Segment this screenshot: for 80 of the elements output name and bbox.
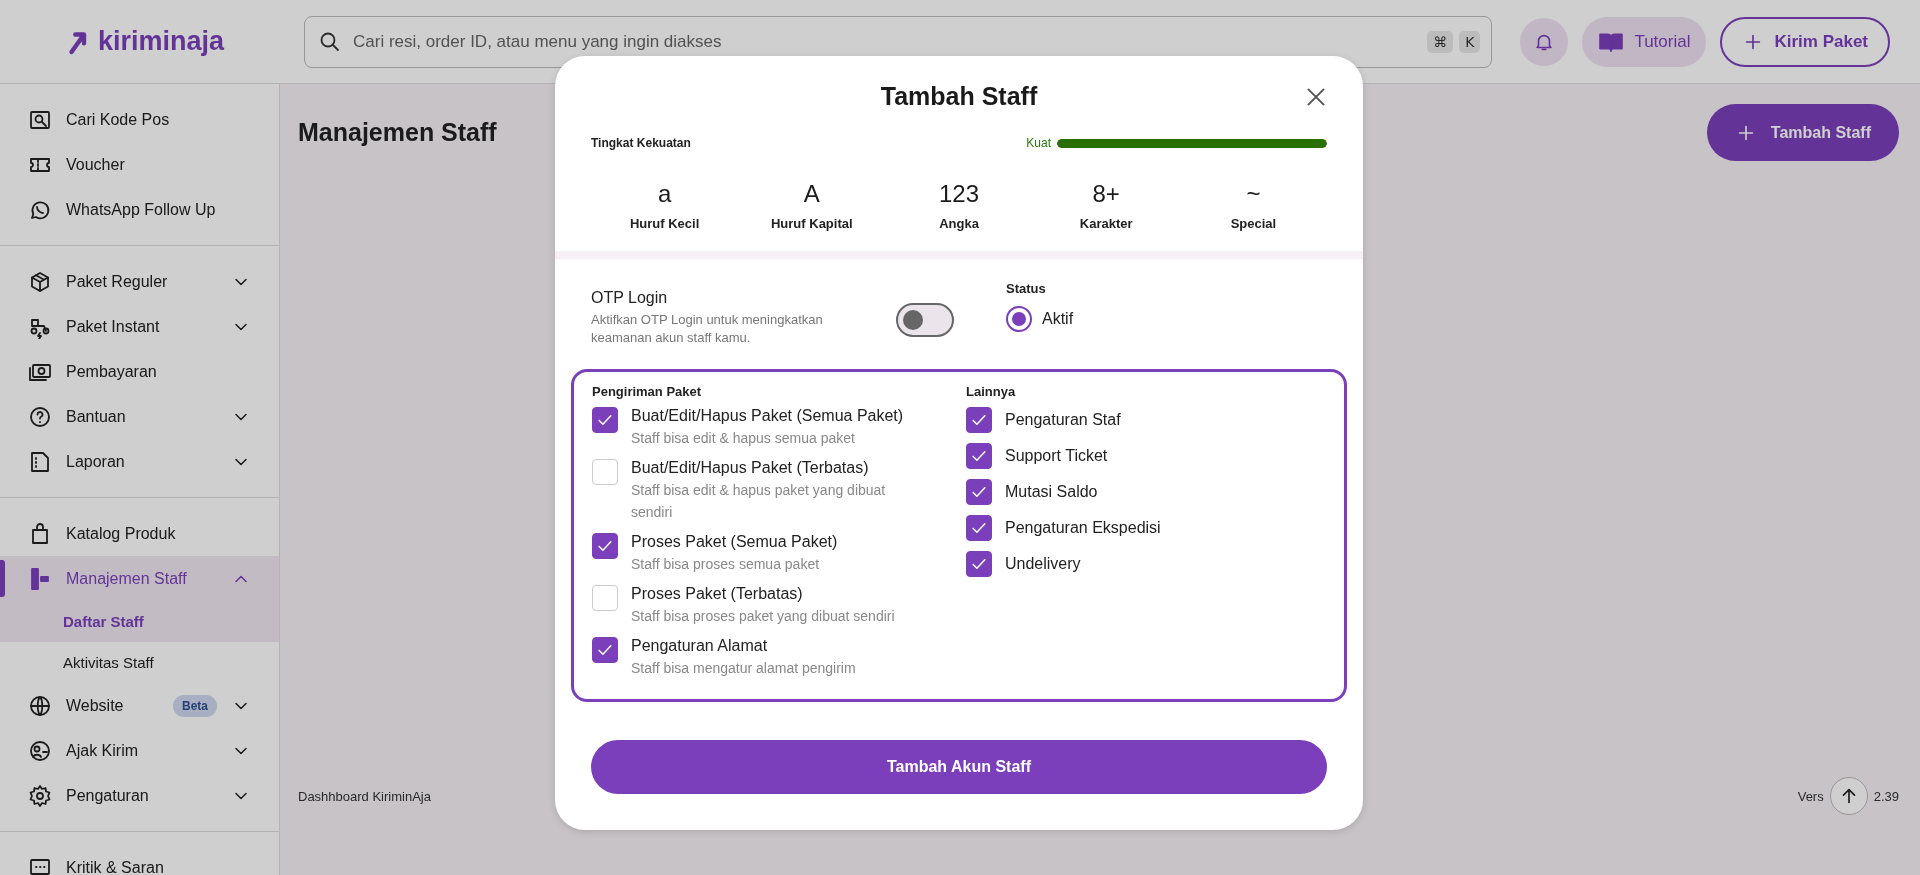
checkbox-label: Buat/Edit/Hapus Paket (Semua Paket) bbox=[631, 407, 904, 425]
criteria-symbol: a bbox=[656, 180, 673, 208]
criteria-symbol: 123 bbox=[937, 180, 980, 208]
checkbox[interactable] bbox=[966, 443, 992, 469]
hierarchy-icon bbox=[28, 566, 52, 591]
criteria-label: Special bbox=[1229, 216, 1278, 231]
sidebar-item[interactable]: Cari Kode Pos bbox=[0, 97, 279, 142]
checkbox-description: Staff bisa edit & hapus semua paket bbox=[631, 429, 856, 448]
criteria-label: Huruf Kecil bbox=[628, 216, 701, 231]
sidebar-item[interactable]: Voucher bbox=[0, 142, 279, 187]
section-title: Lainnya bbox=[966, 384, 1017, 399]
tutorial-button[interactable]: Tutorial bbox=[1582, 16, 1707, 67]
criteria-label: Huruf Kapital bbox=[769, 216, 854, 231]
checkbox-description: Staff bisa mengatur alamat pengirim bbox=[631, 659, 856, 678]
sidebar-item[interactable]: Katalog Produk bbox=[0, 511, 279, 556]
checkbox[interactable] bbox=[966, 515, 992, 541]
send-package-button[interactable]: Kirim Paket bbox=[1720, 16, 1890, 67]
criteria-symbol: 8+ bbox=[1091, 180, 1121, 208]
radio-button[interactable] bbox=[1006, 306, 1032, 332]
criteria-label: Karakter bbox=[1078, 216, 1134, 231]
checkbox-label: Pengaturan Alamat bbox=[631, 637, 769, 655]
checkbox-label: Buat/Edit/Hapus Paket (Terbatas) bbox=[631, 459, 870, 477]
sidebar-item[interactable]: Laporan bbox=[0, 439, 279, 484]
sidebar-item[interactable]: WhatsApp Follow Up bbox=[0, 187, 279, 232]
sidebar-item[interactable]: Pengaturan bbox=[0, 773, 279, 818]
box-icon bbox=[28, 269, 52, 294]
checkbox[interactable] bbox=[592, 533, 618, 559]
otp-description: Aktifkan OTP Login untuk meningkatkan keamanan akun staff kamu. bbox=[591, 311, 824, 347]
checkbox[interactable] bbox=[966, 551, 992, 577]
criteria-symbol: ~ bbox=[1245, 180, 1262, 208]
page-title: Manajemen Staff bbox=[298, 118, 497, 147]
checkbox-label: Support Ticket bbox=[1005, 447, 1108, 465]
strength-reading: Kuat bbox=[1026, 136, 1051, 150]
checkbox-label: Proses Paket (Semua Paket) bbox=[631, 533, 838, 551]
sidebar-item[interactable]: Manajemen Staff bbox=[0, 556, 279, 601]
checkbox-label: Pengaturan Staf bbox=[1005, 411, 1121, 429]
strength-label: Tingkat Kekuatan bbox=[591, 136, 692, 150]
sidebar-item[interactable]: Kritik & Saran bbox=[0, 845, 279, 875]
footer-text: Dashhboard KiriminAja bbox=[298, 788, 431, 804]
sidebar-item[interactable]: Pembayaran bbox=[0, 349, 279, 394]
checkbox[interactable] bbox=[966, 479, 992, 505]
checkbox-label: Undelivery bbox=[1005, 555, 1081, 573]
version-text: 2.39 bbox=[1873, 788, 1899, 804]
modal-title: Tambah Staff bbox=[880, 81, 1038, 111]
criteria-symbol: A bbox=[802, 180, 821, 208]
toggle-switch[interactable] bbox=[896, 303, 954, 337]
checkbox[interactable] bbox=[592, 407, 618, 433]
checkbox-label: Proses Paket (Terbatas) bbox=[631, 585, 804, 603]
sidebar-item[interactable]: Paket Instant bbox=[0, 304, 279, 349]
checkbox-label: Pengaturan Ekspedisi bbox=[1005, 519, 1161, 537]
shortcut-key: ⌘ bbox=[1427, 30, 1454, 53]
submenu-item[interactable]: Aktivitas Staff bbox=[0, 642, 279, 683]
submenu-item[interactable]: Daftar Staff bbox=[0, 601, 279, 642]
checkbox-description: Staff bisa proses semua paket bbox=[631, 555, 821, 574]
sidebar-item[interactable]: Paket Reguler bbox=[0, 259, 279, 304]
submit-button[interactable]: Tambah Akun Staff bbox=[591, 740, 1327, 794]
active-indicator bbox=[0, 560, 5, 597]
checkbox-description: Staff bisa edit & hapus paket yang dibuat sendiri bbox=[631, 481, 887, 522]
checkbox[interactable] bbox=[592, 637, 618, 663]
checkbox[interactable] bbox=[966, 407, 992, 433]
sidebar-item[interactable]: Website Beta bbox=[0, 683, 279, 728]
version-text: Vers bbox=[1797, 788, 1824, 804]
settings-icon bbox=[28, 783, 52, 808]
otp-title: OTP Login bbox=[591, 289, 669, 307]
checkbox-description: Staff bisa proses paket yang dibuat sendiri bbox=[631, 607, 895, 626]
checkbox-label: Mutasi Saldo bbox=[1005, 483, 1098, 501]
add-staff-button[interactable]: Tambah Staff bbox=[1706, 104, 1899, 161]
help-icon bbox=[28, 404, 52, 429]
globe-icon bbox=[28, 693, 52, 718]
logo-text: kiriminaja bbox=[98, 26, 225, 57]
status-label: Status bbox=[1006, 281, 1047, 296]
shortcut-key: K bbox=[1459, 30, 1481, 53]
criteria-label: Angka bbox=[938, 216, 980, 231]
radio-label: Aktif bbox=[1042, 310, 1074, 328]
sidebar-item[interactable]: Ajak Kirim bbox=[0, 728, 279, 773]
sidebar-item[interactable]: Bantuan bbox=[0, 394, 279, 439]
scroll-top-button[interactable] bbox=[1829, 777, 1868, 815]
document-icon bbox=[28, 449, 52, 474]
section-title: Pengiriman Paket bbox=[592, 384, 703, 399]
beta-badge: Beta bbox=[173, 694, 217, 717]
